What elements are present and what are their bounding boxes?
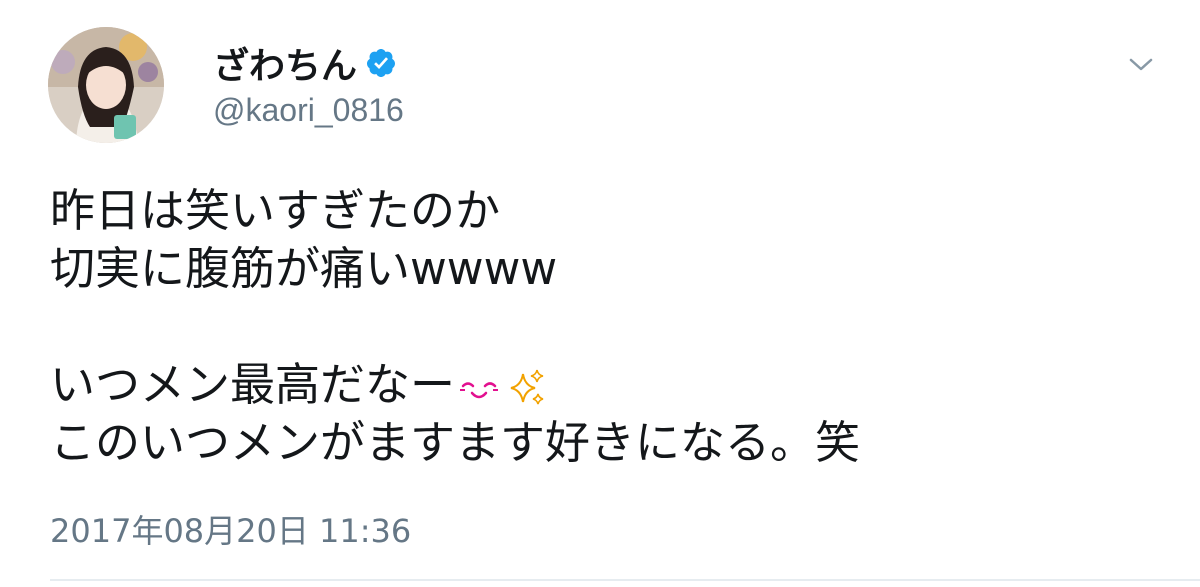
tweet-timestamp[interactable]: 2017年08月20日 11:36 — [50, 506, 411, 552]
tweet-line-2: 切実に腹筋が痛いwwww — [50, 242, 558, 295]
tweet-card: ざわちん @kaori_0816 昨日は笑いすぎたのか 切実に腹筋が痛いwwww… — [0, 0, 1200, 587]
tweet-line-4: いつメン最高だなー — [50, 358, 456, 411]
chevron-down-icon[interactable] — [1124, 50, 1158, 78]
avatar-image — [48, 27, 164, 143]
display-name[interactable]: ざわちん — [213, 38, 397, 88]
divider — [50, 579, 1200, 581]
blushing-face-emoji-icon — [460, 382, 499, 399]
user-handle[interactable]: @kaori_0816 — [213, 92, 404, 129]
tweet-line-1: 昨日は笑いすぎたのか — [50, 184, 501, 237]
sparkles-emoji-icon — [510, 369, 544, 405]
display-name-text[interactable]: ざわちん — [213, 37, 357, 89]
tweet-line-4-wrapper: いつメン最高だなー — [50, 356, 1150, 414]
tweet-line-5: このいつメンがますます好きになる。笑 — [50, 416, 861, 469]
tweet-text: 昨日は笑いすぎたのか 切実に腹筋が痛いwwww いつメン最高だなー このいつメン… — [50, 182, 1150, 472]
verified-badge-icon — [367, 49, 396, 77]
avatar[interactable] — [48, 27, 164, 143]
